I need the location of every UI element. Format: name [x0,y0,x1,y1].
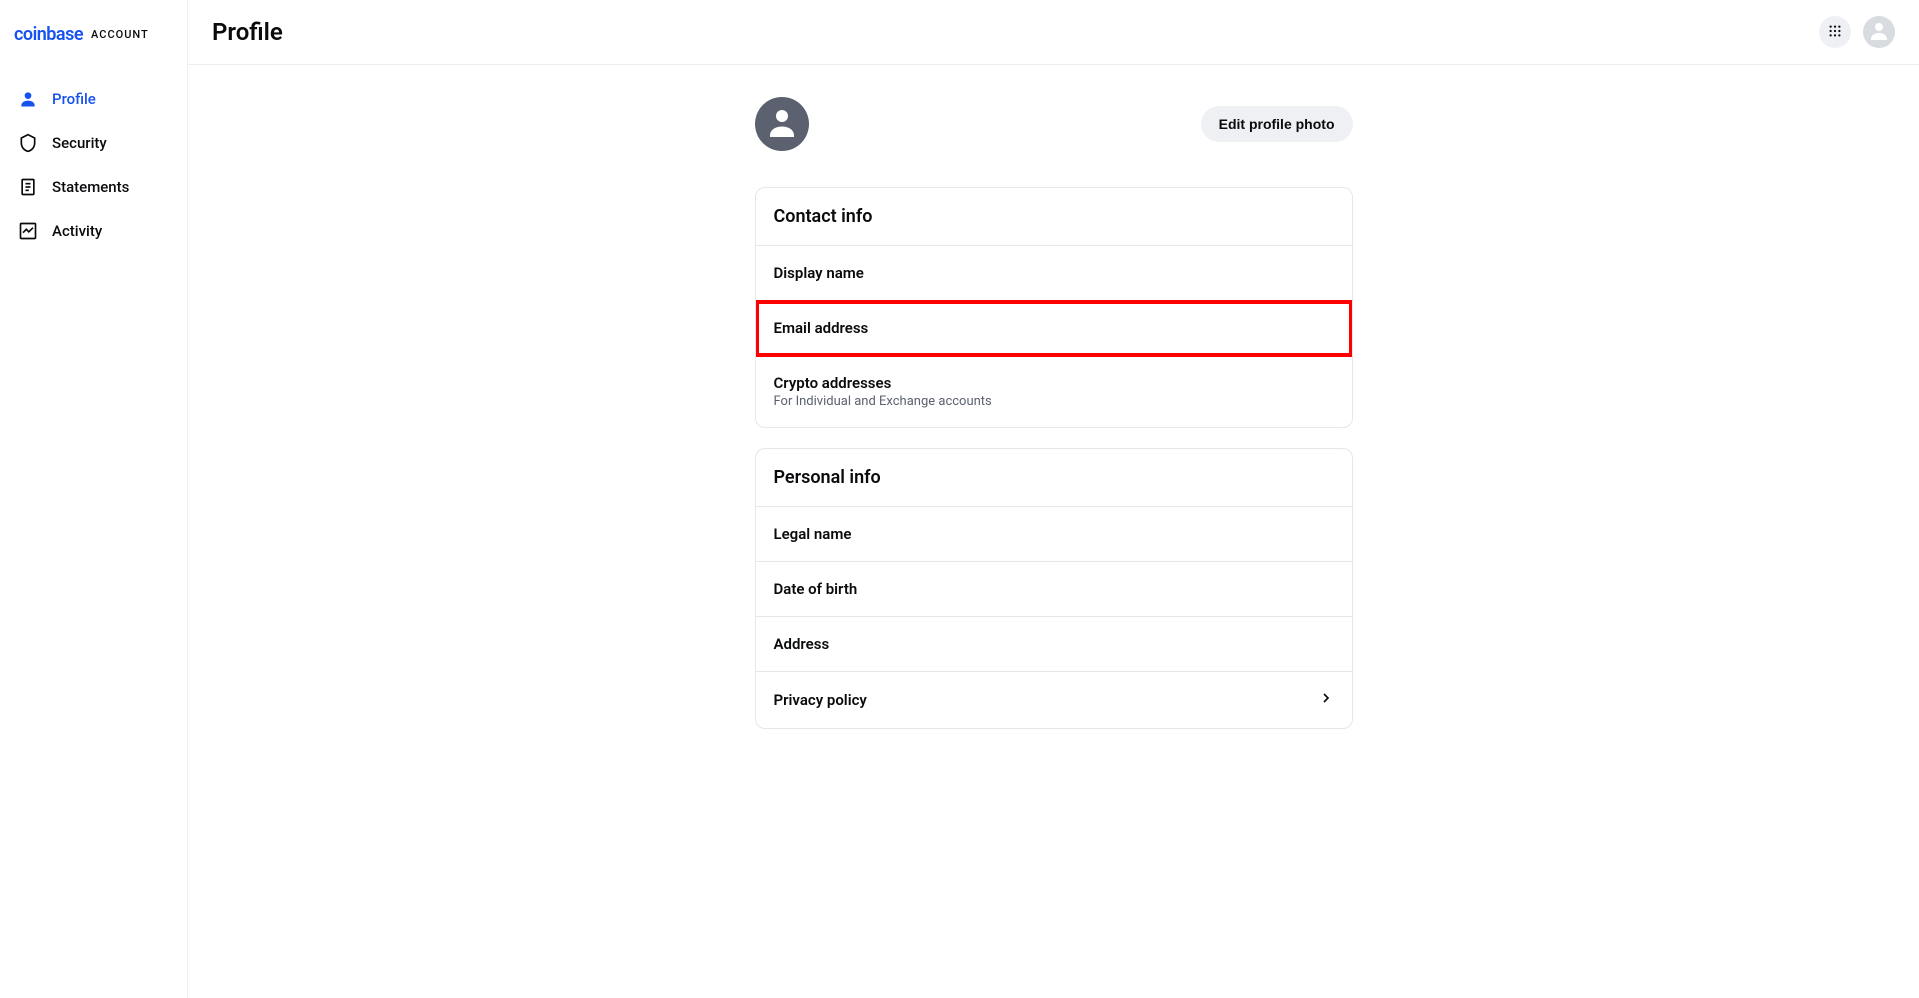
app-root: coinbase ACCOUNT Profile Security Stat [0,0,1919,998]
sidebar-item-label: Activity [52,222,102,240]
logo[interactable]: coinbase ACCOUNT [0,16,187,69]
document-icon [18,177,38,197]
legal-name-label: Legal name [774,525,852,543]
header-actions [1819,16,1895,48]
logo-suffix-text: ACCOUNT [91,28,149,41]
crypto-addresses-row[interactable]: Crypto addresses For Individual and Exch… [756,356,1352,427]
address-label: Address [774,635,830,653]
page-title: Profile [212,18,283,46]
avatar-icon [1867,18,1891,46]
address-row[interactable]: Address [756,617,1352,672]
header-avatar-button[interactable] [1863,16,1895,48]
email-address-row[interactable]: Email address [756,301,1352,356]
contact-info-card: Contact info Display name Email address [755,187,1353,428]
crypto-addresses-label: Crypto addresses [774,374,992,392]
sidebar-item-statements[interactable]: Statements [4,165,183,209]
sidebar-item-label: Profile [52,90,96,108]
sidebar-item-label: Statements [52,178,129,196]
chevron-right-icon [1318,690,1334,710]
activity-icon [18,221,38,241]
contact-info-title: Contact info [756,188,1352,246]
email-address-label: Email address [774,319,869,337]
header: Profile [188,0,1919,65]
logo-brand-text: coinbase [14,24,83,45]
display-name-label: Display name [774,264,864,282]
sidebar-nav: Profile Security Statements Activity [0,69,187,261]
content: Edit profile photo Contact info Display … [188,65,1919,998]
shield-icon [18,133,38,153]
sidebar: coinbase ACCOUNT Profile Security Stat [0,0,188,998]
apps-grid-button[interactable] [1819,16,1851,48]
legal-name-row[interactable]: Legal name [756,507,1352,562]
person-icon [18,89,38,109]
main: Profile [188,0,1919,998]
crypto-addresses-subtitle: For Individual and Exchange accounts [774,394,992,409]
sidebar-item-label: Security [52,134,107,152]
user-icon [764,104,800,144]
dob-label: Date of birth [774,580,858,598]
content-inner: Edit profile photo Contact info Display … [755,97,1353,966]
sidebar-item-profile[interactable]: Profile [4,77,183,121]
personal-info-title: Personal info [756,449,1352,507]
sidebar-item-activity[interactable]: Activity [4,209,183,253]
edit-profile-photo-button[interactable]: Edit profile photo [1201,106,1353,142]
privacy-policy-row[interactable]: Privacy policy [756,672,1352,728]
grid-icon [1828,23,1842,42]
privacy-policy-label: Privacy policy [774,691,867,709]
personal-info-card: Personal info Legal name Date of birth [755,448,1353,729]
sidebar-item-security[interactable]: Security [4,121,183,165]
dob-row[interactable]: Date of birth [756,562,1352,617]
profile-avatar [755,97,809,151]
profile-photo-row: Edit profile photo [755,97,1353,151]
display-name-row[interactable]: Display name [756,246,1352,301]
